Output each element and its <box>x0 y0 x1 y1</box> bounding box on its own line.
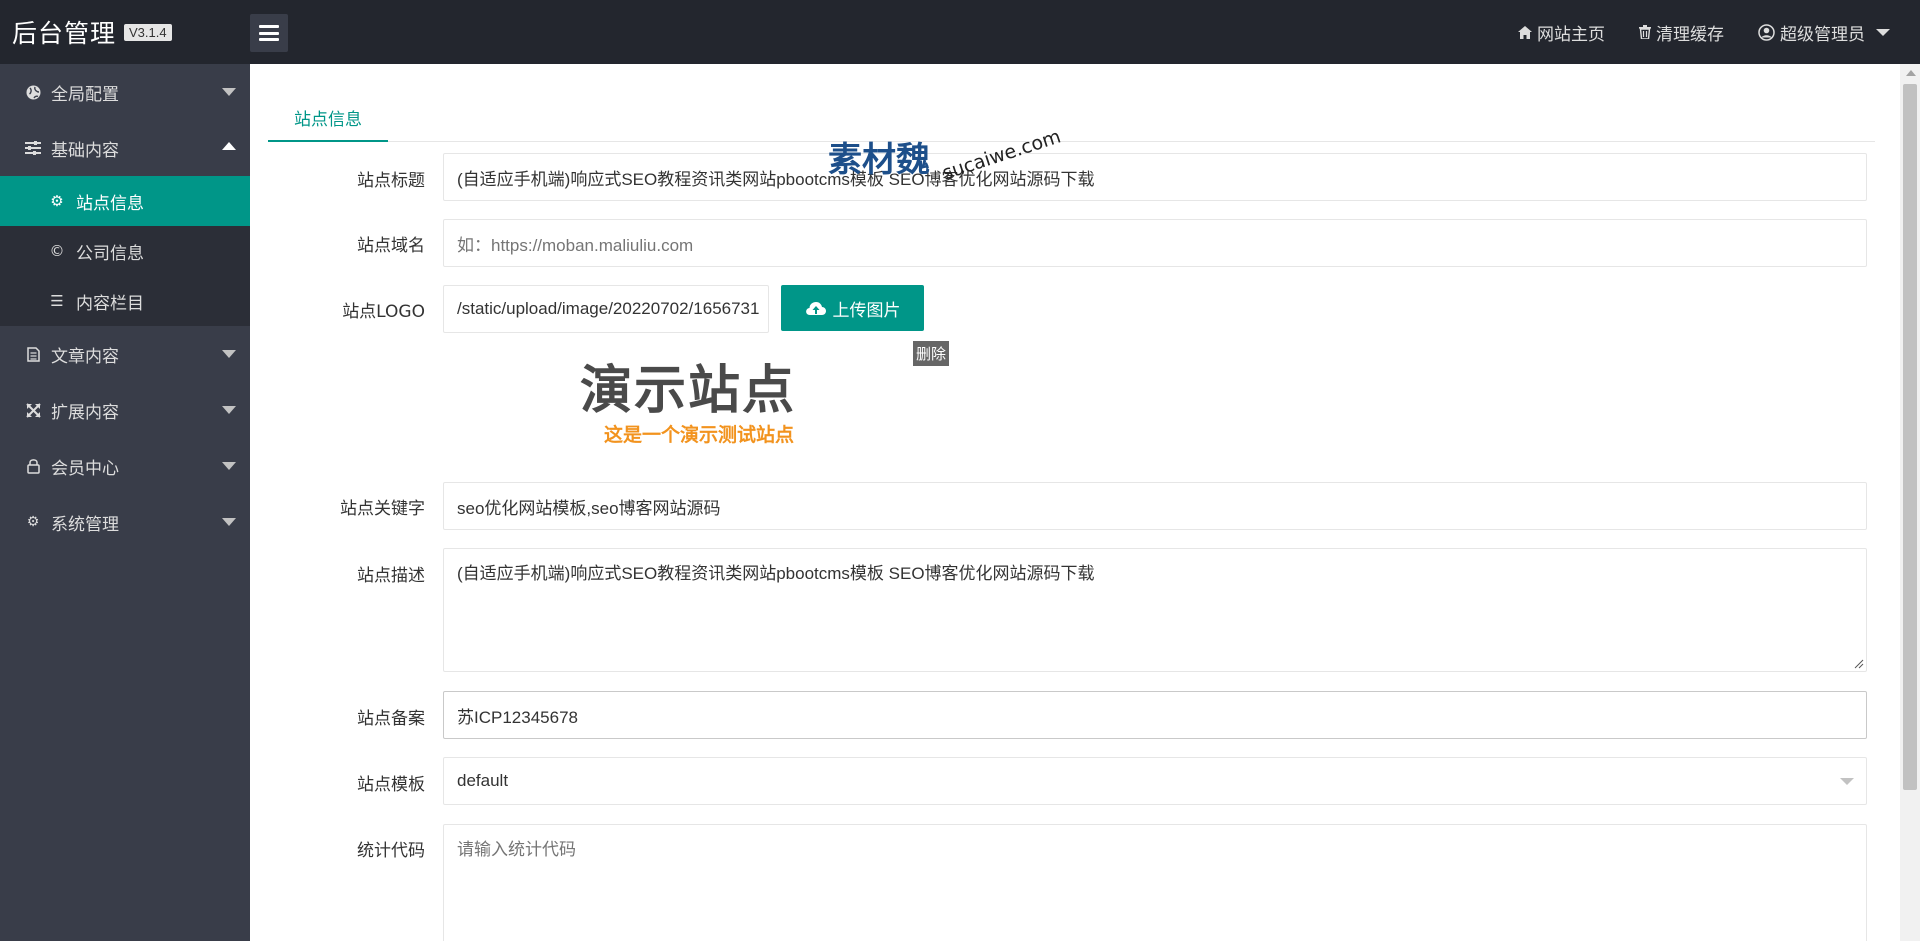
sidebar-item-member-center[interactable]: 会员中心 <box>0 438 250 494</box>
site-title-input[interactable]: (自适应手机端)响应式SEO教程资讯类网站pbootcms模板 SEO博客优化网… <box>443 153 1867 201</box>
tab-site-info[interactable]: 站点信息 <box>268 94 388 142</box>
version-badge: V3.1.4 <box>124 23 172 41</box>
sidebar-item-label: 扩展内容 <box>51 402 119 423</box>
sidebar-item-label: 系统管理 <box>51 514 119 535</box>
sidebar-item-global-config[interactable]: 全局配置 <box>0 64 250 120</box>
header-nav: 网站主页 清理缓存 超级管理员 <box>1518 0 1890 64</box>
sidebar-item-label: 站点信息 <box>76 193 144 214</box>
site-template-select[interactable]: default <box>443 757 1867 805</box>
chevron-down-icon <box>1876 28 1890 36</box>
logo-preview-subtitle: 这是一个演示测试站点 <box>604 424 795 446</box>
chevron-down-icon <box>222 406 236 414</box>
chevron-down-icon <box>222 518 236 526</box>
chevron-down-icon <box>222 88 236 96</box>
sidebar-item-extended-content[interactable]: 扩展内容 <box>0 382 250 438</box>
chevron-down-icon <box>222 350 236 358</box>
site-keywords-input[interactable]: seo优化网站模板,seo博客网站源码 <box>443 482 1867 530</box>
user-menu-label: 超级管理员 <box>1780 24 1865 45</box>
lock-icon <box>24 458 42 474</box>
document-icon <box>24 346 42 362</box>
upload-image-button[interactable]: 上传图片 <box>781 285 924 331</box>
site-keywords-label: 站点关键字 <box>340 499 425 519</box>
sidebar-item-label: 文章内容 <box>51 346 119 367</box>
chevron-up-icon <box>222 142 236 150</box>
globe-icon <box>24 85 42 100</box>
app-title: 后台管理 <box>12 19 117 48</box>
user-circle-icon <box>1758 23 1775 41</box>
chevron-down-icon <box>1840 778 1854 785</box>
clear-cache-label: 清理缓存 <box>1656 24 1724 45</box>
sidebar-item-company-info[interactable]: © 公司信息 <box>0 226 250 276</box>
main-content: 站点信息 站点标题 (自适应手机端)响应式SEO教程资讯类网站pbootcms模… <box>250 64 1900 941</box>
site-domain-label: 站点域名 <box>357 236 425 256</box>
site-description-textarea[interactable]: (自适应手机端)响应式SEO教程资讯类网站pbootcms模板 SEO博客优化网… <box>443 548 1867 672</box>
site-description-label: 站点描述 <box>357 566 425 586</box>
sidebar: 全局配置 基础内容 ⚙ 站点信息 © 公司信息 ☰ 内容栏目 文章内容 扩展内容… <box>0 64 250 941</box>
list-icon: ☰ <box>50 292 64 310</box>
expand-icon <box>24 402 42 418</box>
sidebar-item-label: 基础内容 <box>51 140 119 161</box>
hamburger-icon <box>259 25 279 41</box>
home-link[interactable]: 网站主页 <box>1518 20 1605 45</box>
trash-icon <box>1639 25 1651 39</box>
resize-handle-icon[interactable] <box>1854 659 1864 669</box>
logo-preview-title: 演示站点 <box>580 360 797 421</box>
stats-code-placeholder: 请输入统计代码 <box>457 840 576 859</box>
cloud-upload-icon <box>805 302 826 315</box>
top-header: 后台管理 V3.1.4 网站主页 清理缓存 超级管理员 <box>0 0 1920 64</box>
sidebar-item-label: 会员中心 <box>51 458 119 479</box>
site-template-value: default <box>457 771 509 790</box>
site-logo-input[interactable]: /static/upload/image/20220702/1656731 <box>443 285 769 333</box>
sidebar-item-content-columns[interactable]: ☰ 内容栏目 <box>0 276 250 326</box>
sidebar-item-system-management[interactable]: ⚙ 系统管理 <box>0 494 250 550</box>
sidebar-item-label: 全局配置 <box>51 84 119 105</box>
sidebar-item-label: 内容栏目 <box>76 293 144 314</box>
gear-icon: ⚙ <box>50 192 64 210</box>
sidebar-item-site-info[interactable]: ⚙ 站点信息 <box>0 176 250 226</box>
scrollbar-thumb[interactable] <box>1903 84 1917 790</box>
chevron-down-icon <box>222 462 236 470</box>
sidebar-item-basic-content[interactable]: 基础内容 <box>0 120 250 176</box>
home-icon <box>1518 25 1532 39</box>
clear-cache-link[interactable]: 清理缓存 <box>1639 20 1724 45</box>
user-menu[interactable]: 超级管理员 <box>1758 20 1890 45</box>
home-link-label: 网站主页 <box>1537 24 1605 45</box>
site-description-text: (自适应手机端)响应式SEO教程资讯类网站pbootcms模板 SEO博客优化网… <box>457 564 1095 583</box>
stats-code-label: 统计代码 <box>357 841 425 861</box>
site-logo-label: 站点LOGO <box>342 302 425 322</box>
stats-code-textarea[interactable]: 请输入统计代码 <box>443 824 1867 941</box>
gear-icon: ⚙ <box>26 514 40 530</box>
logo-preview-image: 演示站点 这是一个演示测试站点 <box>580 348 830 448</box>
sidebar-item-label: 公司信息 <box>76 243 144 264</box>
site-icp-label: 站点备案 <box>357 709 425 729</box>
site-domain-input[interactable]: 如：https://moban.maliuliu.com <box>443 219 1867 267</box>
app-logo: 后台管理 V3.1.4 <box>12 14 172 50</box>
site-icp-input[interactable]: 苏ICP12345678 <box>443 691 1867 739</box>
sidebar-item-article-content[interactable]: 文章内容 <box>0 326 250 382</box>
tab-bar: 站点信息 <box>268 94 1875 142</box>
site-title-label: 站点标题 <box>357 171 425 191</box>
menu-toggle-button[interactable] <box>250 14 288 52</box>
scroll-up-icon[interactable] <box>1906 70 1916 76</box>
site-template-label: 站点模板 <box>357 775 425 795</box>
vertical-scrollbar[interactable] <box>1900 64 1920 941</box>
upload-image-label: 上传图片 <box>832 300 901 321</box>
sidebar-submenu: ⚙ 站点信息 © 公司信息 ☰ 内容栏目 <box>0 176 250 326</box>
delete-logo-button[interactable]: 删除 <box>913 341 950 366</box>
copyright-icon: © <box>49 242 65 260</box>
sliders-icon <box>24 141 42 155</box>
